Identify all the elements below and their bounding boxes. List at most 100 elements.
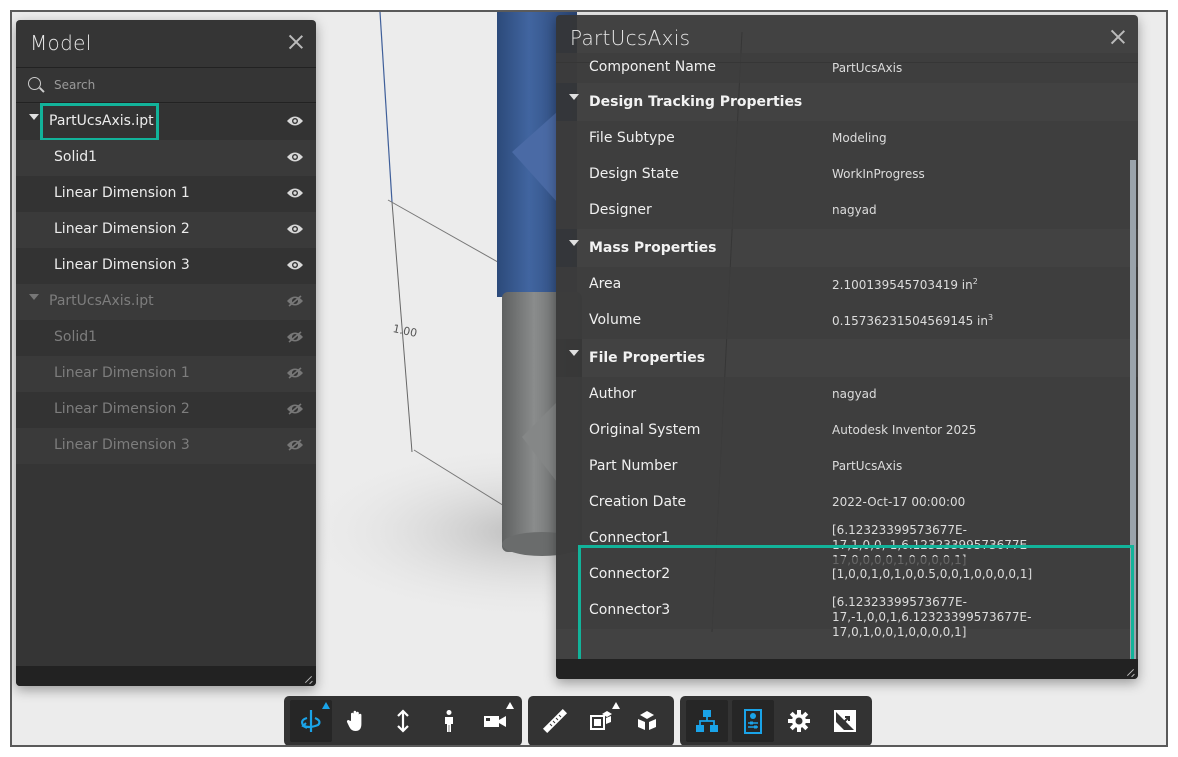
property-value: [1,0,0,1,0,1,0,0.5,0,0,1,0,0,0,0,1] — [832, 567, 1033, 581]
tree-item-label: Linear Dimension 2 — [54, 401, 190, 417]
properties-panel: PartUcsAxis Component Name PartUcsAxis D… — [556, 15, 1138, 679]
flyout-indicator — [612, 702, 620, 709]
explode-button[interactable] — [626, 700, 668, 742]
tree-item-root[interactable]: PartUcsAxis.ipt — [16, 103, 316, 141]
dimension-label-1: 1.00 — [392, 322, 419, 340]
properties-panel-footer — [556, 659, 1138, 679]
properties-button[interactable] — [732, 700, 774, 742]
section-design-tracking[interactable]: Design Tracking Properties — [556, 83, 1138, 121]
caret-down-icon[interactable] — [569, 350, 579, 356]
eye-hidden-icon[interactable] — [286, 367, 304, 379]
property-row: Creation Date 2022-Oct-17 00:00:00 — [556, 485, 1138, 521]
zoom-arrows-icon — [397, 709, 409, 733]
tree-item-hidden[interactable]: Linear Dimension 3 — [16, 428, 316, 464]
property-name: Connector3 — [589, 602, 671, 618]
pan-button[interactable] — [336, 700, 378, 742]
tree-item-root-hidden[interactable]: PartUcsAxis.ipt — [16, 284, 316, 320]
zoom-button[interactable] — [382, 700, 424, 742]
model-panel-header[interactable]: Model — [16, 20, 316, 68]
eye-hidden-icon[interactable] — [286, 403, 304, 415]
viewer-toolbar — [284, 696, 872, 745]
property-name: Design State — [589, 166, 679, 182]
property-row-connector2: Connector2 [1,0,0,1,0,1,0,0.5,0,0,1,0,0,… — [556, 557, 1138, 593]
ruler-icon — [542, 708, 568, 734]
section-title: Design Tracking Properties — [589, 94, 803, 110]
model-browser-panel: Model PartUcsAxis.ipt Solid1 Linear Dime… — [16, 20, 316, 686]
tree-item[interactable]: Linear Dimension 1 — [16, 176, 316, 212]
property-name: Part Number — [589, 458, 678, 474]
eye-icon[interactable] — [286, 223, 304, 235]
measure-button[interactable] — [534, 700, 576, 742]
section-file-properties[interactable]: File Properties — [556, 339, 1138, 377]
caret-down-icon[interactable] — [29, 294, 39, 300]
model-browser-button[interactable] — [686, 700, 728, 742]
tree-item-hidden[interactable]: Solid1 — [16, 320, 316, 356]
property-value: nagyad — [832, 387, 877, 401]
close-icon[interactable] — [288, 34, 304, 50]
settings-button[interactable] — [778, 700, 820, 742]
caret-down-icon[interactable] — [569, 240, 579, 246]
property-value: PartUcsAxis — [832, 459, 903, 473]
eye-icon[interactable] — [286, 151, 304, 163]
orbit-button[interactable] — [290, 700, 332, 742]
axis-line — [379, 12, 393, 203]
property-value: 2.100139545703419 in2 — [832, 277, 978, 292]
tree-item-label: Linear Dimension 1 — [54, 185, 190, 201]
tree-item-label: Linear Dimension 1 — [54, 365, 190, 381]
property-row: Designer nagyad — [556, 193, 1138, 229]
property-value: Modeling — [832, 131, 887, 145]
eye-icon[interactable] — [286, 187, 304, 199]
property-row: Part Number PartUcsAxis — [556, 449, 1138, 485]
resize-handle[interactable] — [1127, 668, 1135, 676]
model-tree: PartUcsAxis.ipt Solid1 Linear Dimension … — [16, 103, 316, 464]
orbit-icon — [301, 710, 321, 732]
property-row-connector1: Connector1 [6.12323399573677E-17,1,0,0,-… — [556, 521, 1138, 567]
property-row-connector3: Connector3 [6.12323399573677E-17,-1,0,0,… — [556, 593, 1138, 639]
eye-icon[interactable] — [286, 259, 304, 271]
section-analysis-button[interactable] — [580, 700, 622, 742]
property-row: Component Name PartUcsAxis — [556, 53, 1138, 83]
properties-scrollbar[interactable] — [1130, 160, 1136, 660]
tree-item-label: Linear Dimension 3 — [54, 257, 190, 273]
navigation-tools — [284, 696, 522, 745]
section-title: File Properties — [589, 350, 706, 366]
section-title: Mass Properties — [589, 240, 717, 256]
caret-down-icon[interactable] — [569, 94, 579, 100]
tree-item[interactable]: Solid1 — [16, 140, 316, 176]
property-row: File Subtype Modeling — [556, 121, 1138, 157]
tree-item-label: Linear Dimension 2 — [54, 221, 190, 237]
camera-button[interactable] — [474, 700, 516, 742]
property-value: [6.12323399573677E-17,-1,0,0,1,6.1232339… — [832, 595, 1032, 639]
area-value: 2.100139545703419 in — [832, 278, 973, 292]
eye-icon[interactable] — [286, 115, 304, 127]
tree-item-hidden[interactable]: Linear Dimension 2 — [16, 392, 316, 428]
tree-item[interactable]: Linear Dimension 3 — [16, 248, 316, 284]
eye-hidden-icon[interactable] — [286, 439, 304, 451]
fullscreen-button[interactable] — [824, 700, 866, 742]
tree-item-hidden[interactable]: Linear Dimension 1 — [16, 356, 316, 392]
search-icon — [28, 77, 41, 90]
dimension-extension-top — [387, 199, 513, 271]
property-row: Author nagyad — [556, 377, 1138, 413]
properties-panel-title: PartUcsAxis — [570, 26, 691, 50]
camera-icon — [484, 716, 506, 727]
section-mass-properties[interactable]: Mass Properties — [556, 229, 1138, 267]
tree-item[interactable]: Linear Dimension 2 — [16, 212, 316, 248]
search-input[interactable] — [54, 74, 294, 96]
eye-hidden-icon[interactable] — [286, 331, 304, 343]
model-panel-footer — [16, 666, 316, 686]
eye-hidden-icon[interactable] — [286, 295, 304, 307]
property-name: Designer — [589, 202, 652, 218]
caret-down-icon[interactable] — [29, 114, 39, 120]
volume-value: 0.15736231504569145 in — [832, 314, 988, 328]
resize-handle[interactable] — [305, 675, 313, 683]
panel-tools — [680, 696, 872, 745]
property-name: Connector1 — [589, 530, 671, 546]
property-name: Component Name — [589, 59, 717, 75]
first-person-button[interactable] — [428, 700, 470, 742]
property-value: 0.15736231504569145 in3 — [832, 313, 993, 328]
property-value: Autodesk Inventor 2025 — [832, 423, 977, 437]
analysis-tools — [528, 696, 674, 745]
close-icon[interactable] — [1110, 29, 1126, 45]
tree-item-label: Linear Dimension 3 — [54, 437, 190, 453]
